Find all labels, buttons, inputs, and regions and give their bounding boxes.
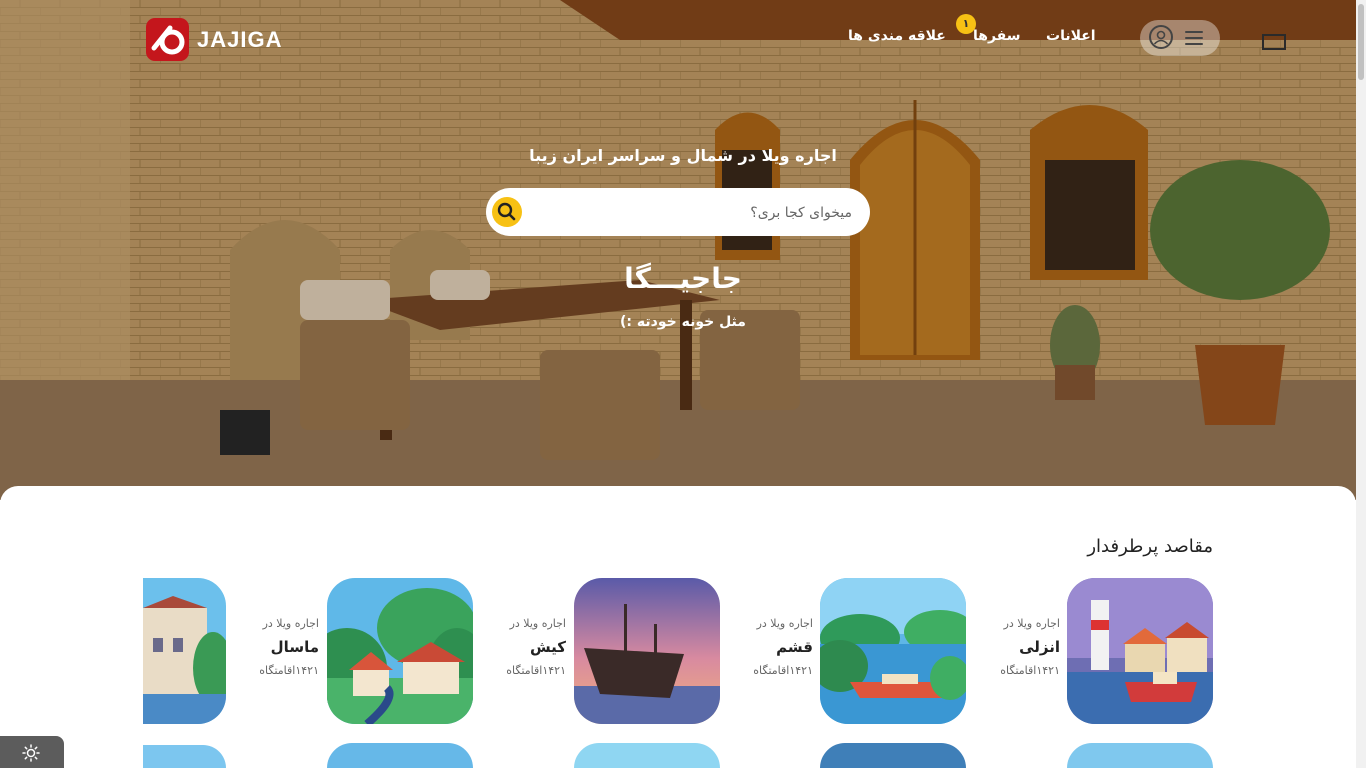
destination-image-row2-2[interactable] <box>820 743 966 768</box>
search-input[interactable] <box>550 200 854 226</box>
logo-text: JAJIGA <box>197 26 283 52</box>
hero-tagline: اجاره ویلا در شمال و سراسر ایران زیبا <box>529 146 837 165</box>
page-scrollbar[interactable] <box>1356 0 1366 768</box>
hero-brand-title: جاجیـــگا <box>624 262 742 295</box>
village-hill-icon <box>327 578 473 724</box>
hero-overlay <box>0 0 1366 500</box>
ship-sunset-icon <box>574 578 720 724</box>
user-icon <box>1149 25 1173 49</box>
destination-image-row2-1[interactable] <box>1067 743 1213 768</box>
section-title: مقاصد پرطرفدار <box>1087 536 1213 557</box>
logo-mark-icon <box>146 18 189 61</box>
destination-image-row2-4[interactable] <box>327 743 473 768</box>
scrollbar-thumb[interactable] <box>1358 4 1364 80</box>
theme-toggle-button[interactable] <box>0 736 64 768</box>
hamburger-icon <box>1185 31 1203 45</box>
speedboat-lake-icon <box>820 578 966 724</box>
nav-announcements[interactable]: اعلانات <box>1046 28 1096 44</box>
destination-image-masal[interactable] <box>327 578 473 724</box>
destination-image-qeshm[interactable] <box>820 578 966 724</box>
trips-badge: ۱ <box>956 14 976 34</box>
picture-frame-icon <box>1262 34 1286 50</box>
logo[interactable]: JAJIGA <box>146 18 282 61</box>
nav-favorites[interactable]: علاقه مندی ها <box>848 28 946 44</box>
nav-trips[interactable]: سفرها <box>973 28 1021 44</box>
destination-image-row2-3[interactable] <box>574 743 720 768</box>
search-button[interactable] <box>492 197 522 227</box>
building-illustration-icon <box>143 578 226 724</box>
destination-image-row2-5[interactable] <box>143 745 226 768</box>
user-menu-button[interactable] <box>1140 20 1220 56</box>
destination-image-partial[interactable] <box>143 578 226 724</box>
destination-image-kish[interactable] <box>574 578 720 724</box>
search-icon <box>497 202 516 221</box>
lighthouse-harbor-icon <box>1067 578 1213 724</box>
sun-icon <box>22 744 40 762</box>
hero-brand-subtitle: مثل خونه خودته :) <box>620 314 746 330</box>
hero-banner <box>0 0 1366 500</box>
search-box[interactable] <box>486 188 870 236</box>
destination-image-anzali[interactable] <box>1067 578 1213 724</box>
